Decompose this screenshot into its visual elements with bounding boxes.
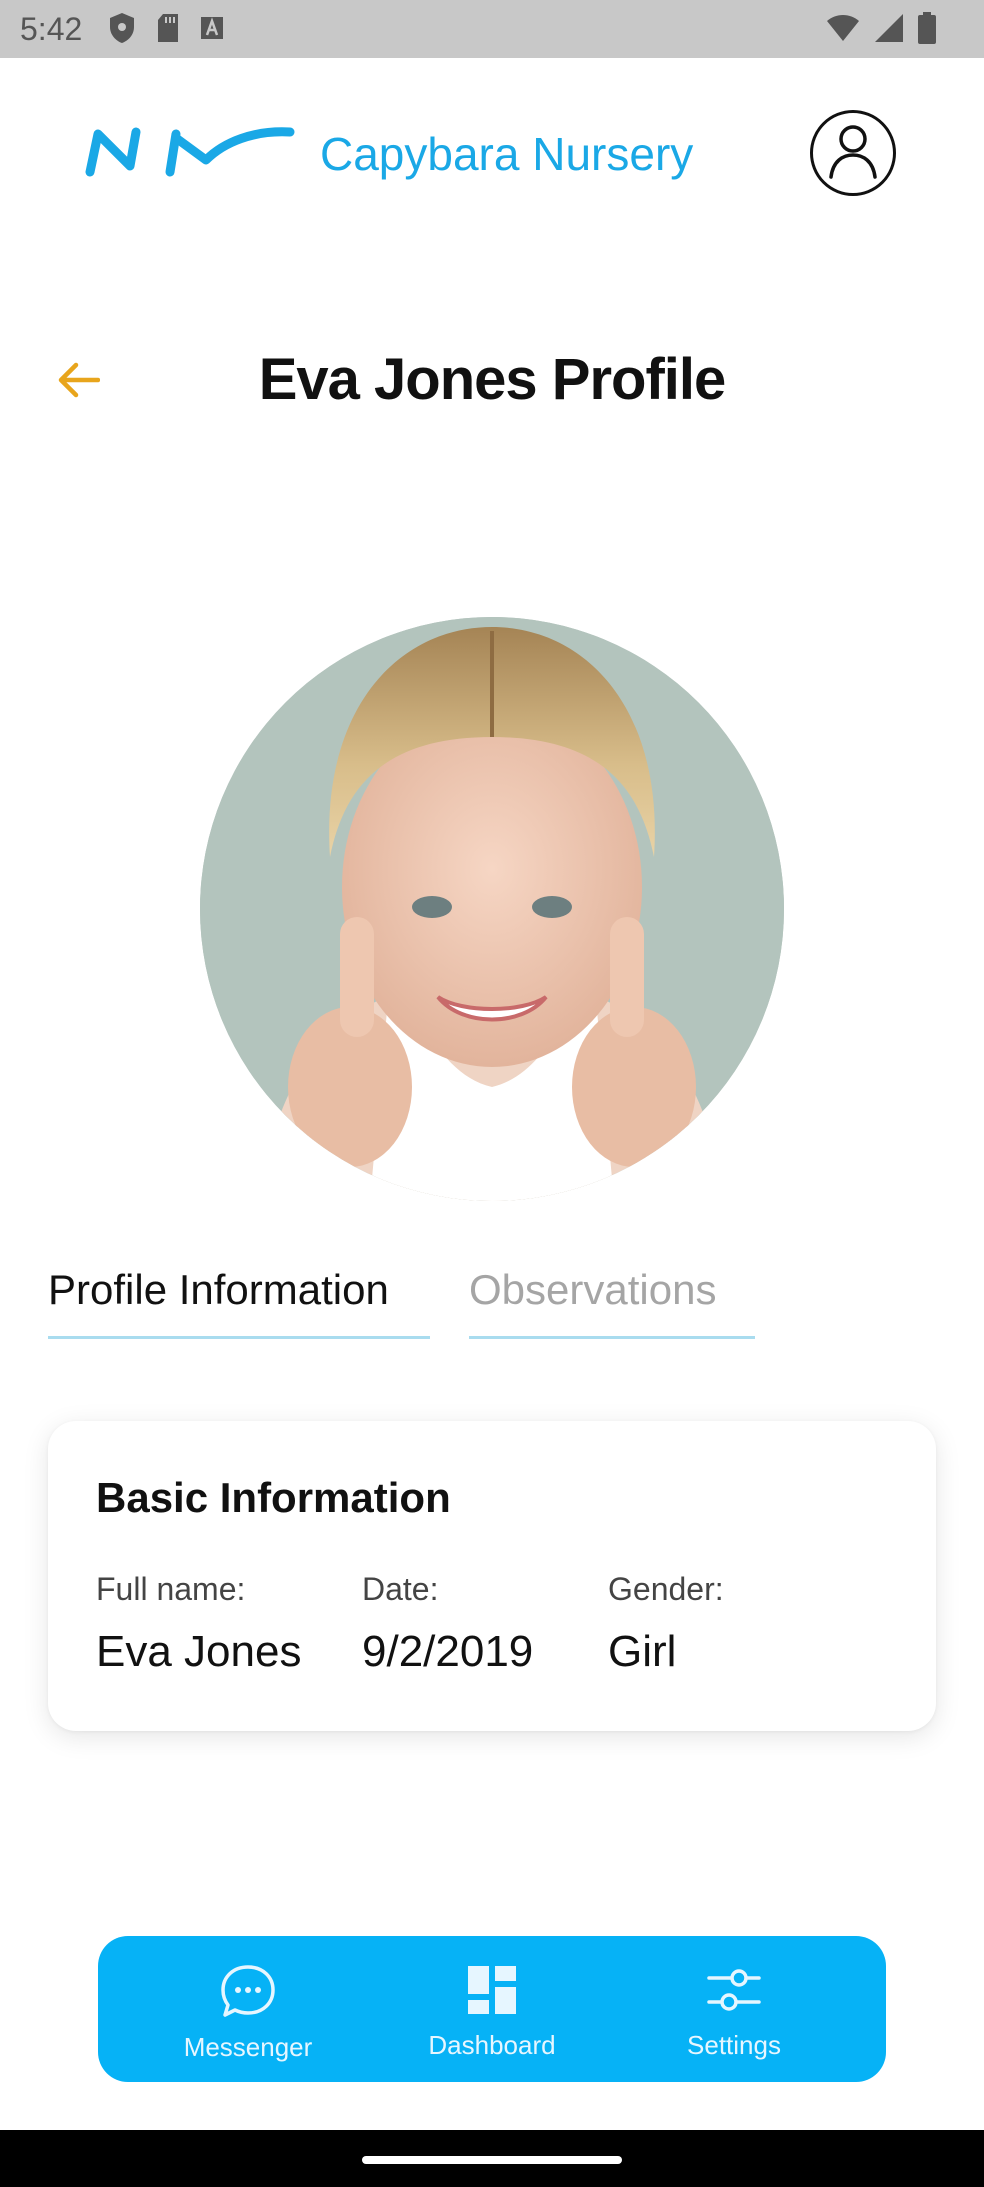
profile-tabs: Profile Information Observations [48, 1260, 768, 1340]
basic-information-card: Basic Information Full name: Eva Jones D… [48, 1421, 936, 1731]
child-photo [200, 617, 784, 1201]
a-box-icon [200, 16, 224, 45]
chat-bubble-icon [220, 1965, 276, 2022]
brand-name: Capybara Nursery [320, 128, 694, 180]
field-label: Gender: [608, 1571, 724, 1607]
field-value: Eva Jones [96, 1627, 302, 1676]
tab-profile-information[interactable]: Profile Information [48, 1260, 430, 1339]
account-button[interactable] [810, 110, 896, 196]
nav-label: Dashboard [428, 2030, 556, 2060]
status-icons-right [826, 12, 936, 49]
gender-field: Gender: Girl [608, 1569, 724, 1679]
bottom-nav: Messenger Dashboard Settings [98, 1936, 886, 2082]
page-title: Eva Jones Profile [258, 347, 727, 412]
status-time: 5:42 [20, 11, 83, 47]
full-name-field: Full name: Eva Jones [96, 1569, 301, 1679]
field-label: Date: [362, 1571, 439, 1607]
field-label: Full name: [96, 1571, 246, 1607]
app-header: Capybara Nursery [0, 58, 984, 248]
sliders-icon [707, 1969, 761, 2020]
tab-observations[interactable]: Observations [469, 1260, 755, 1339]
card-title: Basic Information [96, 1474, 451, 1521]
shield-icon [108, 12, 136, 49]
system-gesture-bar [0, 2130, 984, 2187]
field-value: 9/2/2019 [362, 1627, 534, 1676]
field-value: Girl [608, 1627, 677, 1676]
nav-messenger[interactable]: Messenger [148, 1964, 348, 2063]
nav-label: Settings [687, 2030, 781, 2060]
wifi-icon [826, 14, 860, 47]
sd-card-icon [156, 13, 180, 48]
date-field: Date: 9/2/2019 [362, 1569, 533, 1679]
signal-icon [874, 13, 904, 48]
user-icon [825, 121, 881, 186]
home-handle[interactable] [362, 2156, 622, 2164]
nursery-logo[interactable] [84, 126, 296, 178]
status-icons-left [108, 12, 224, 49]
status-bar: 5:42 [0, 0, 984, 58]
nav-label: Messenger [183, 2032, 313, 2062]
nav-settings[interactable]: Settings [634, 1964, 834, 2061]
dashboard-icon [466, 1966, 518, 2020]
nav-dashboard[interactable]: Dashboard [392, 1964, 592, 2061]
battery-icon [918, 12, 936, 49]
